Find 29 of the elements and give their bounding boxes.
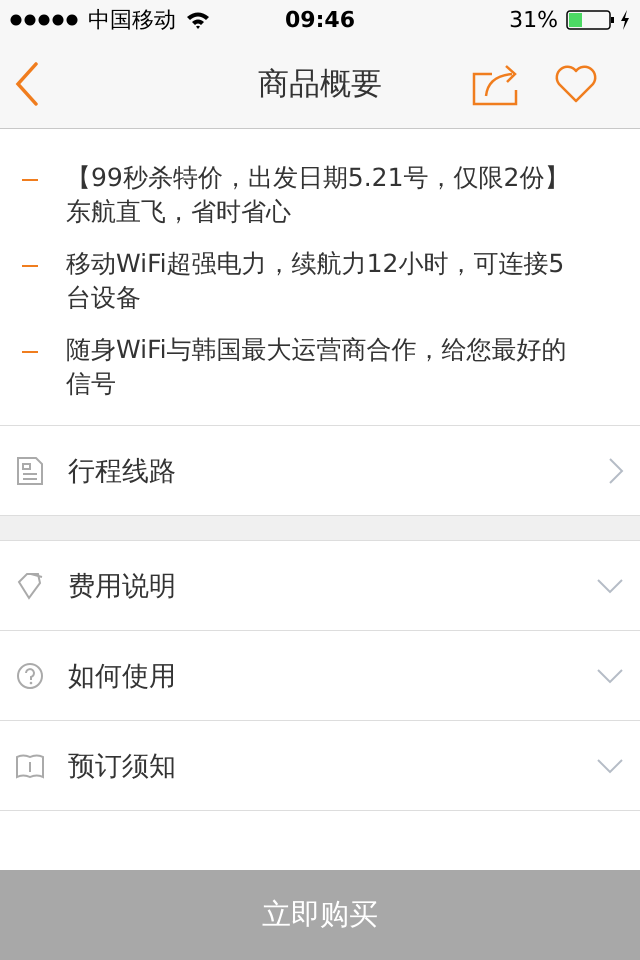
battery-percent: 31% (509, 8, 558, 32)
row-label: 如何使用 (68, 660, 177, 694)
book-icon (16, 752, 44, 778)
charging-icon (620, 10, 630, 30)
bullet-dash (22, 179, 38, 181)
battery-icon (566, 10, 616, 30)
wifi-icon (186, 11, 210, 29)
bullet-dash (22, 351, 38, 353)
back-button[interactable] (14, 62, 40, 106)
row-label: 费用说明 (68, 570, 177, 604)
row-label: 行程线路 (68, 454, 177, 488)
tag-icon (16, 572, 44, 600)
highlight-text: 随身WiFi与韩国最大运营商合作，给您最好的信号 (66, 334, 568, 400)
carrier-name: 中国移动 (88, 7, 176, 35)
signal-icon (10, 14, 78, 26)
chevron-right-icon (608, 456, 624, 484)
status-time: 09:46 (284, 8, 356, 32)
highlight-text: 移动WiFi超强电力，续航力12小时，可连接5台设备 (66, 248, 566, 314)
favorite-button[interactable] (554, 65, 598, 103)
help-icon (16, 662, 44, 690)
document-icon (16, 456, 44, 486)
page-title: 商品概要 (258, 65, 382, 104)
row-label: 预订须知 (68, 750, 177, 784)
chevron-down-icon (596, 758, 624, 774)
chevron-down-icon (596, 668, 624, 684)
chevron-down-icon (596, 578, 624, 594)
share-button[interactable] (472, 62, 520, 106)
highlight-text: 【99秒杀特价，出发日期5.21号，仅限2份】东航直飞，省时省心 (66, 162, 570, 228)
bullet-dash (22, 265, 38, 267)
